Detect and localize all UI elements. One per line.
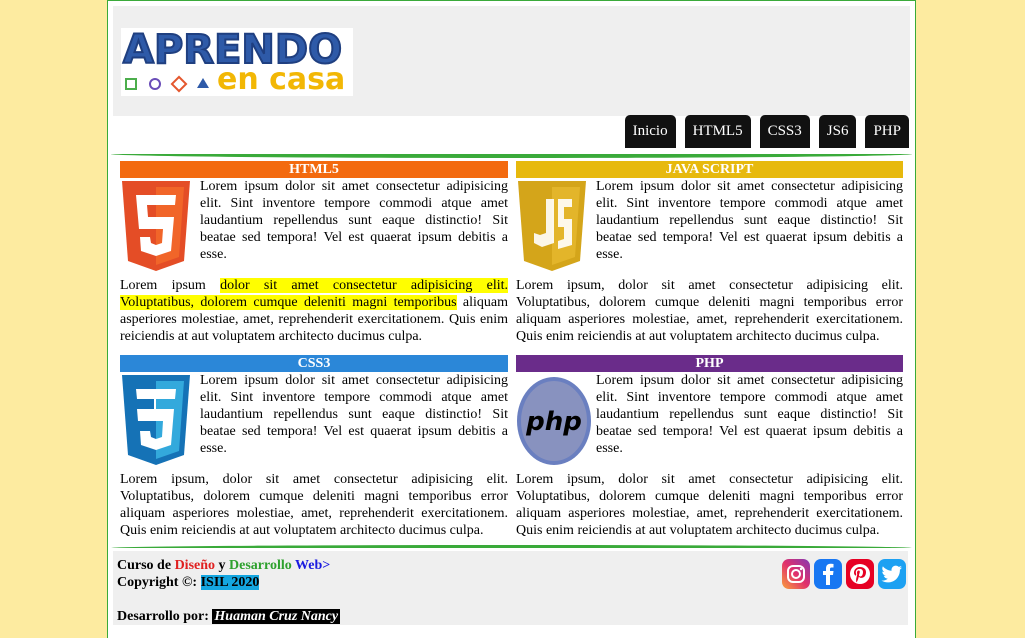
pinterest-icon[interactable]	[846, 559, 874, 589]
author-name: Huaman Cruz Nancy	[212, 609, 341, 624]
section-paragraph-2: Lorem ipsum dolor sit amet consectetur a…	[120, 277, 508, 345]
nav-html5[interactable]: HTML5	[684, 115, 751, 148]
footer-divider	[111, 545, 912, 548]
text-segment: Curso de	[117, 558, 175, 573]
nav-inicio[interactable]: Inicio	[624, 115, 676, 148]
text-segment: Lorem ipsum	[120, 278, 221, 293]
nav-divider	[111, 154, 912, 158]
section-paragraph-2: Lorem ipsum, dolor sit amet consectetur …	[516, 472, 903, 538]
css3-icon	[120, 375, 192, 467]
header: APRENDO en casa	[113, 6, 910, 116]
section-body-css3: Lorem ipsum dolor sit amet consectetur a…	[120, 372, 508, 539]
isil-badge: ISIL 2020	[200, 575, 260, 590]
developer-label: Desarrollo por:	[117, 609, 213, 624]
developer-line: Desarrollo por: Huaman Cruz Nancy	[117, 609, 341, 625]
section-title-css3: CSS3	[120, 355, 508, 372]
twitter-icon[interactable]	[878, 559, 906, 589]
nav-php[interactable]: PHP	[865, 115, 909, 148]
facebook-icon[interactable]	[814, 559, 842, 589]
copyright-line: Copyright ©: ISIL 2020	[117, 575, 260, 591]
instagram-icon[interactable]	[782, 559, 810, 589]
section-body-javascript: Lorem ipsum dolor sit amet consectetur a…	[516, 178, 903, 345]
logo-line-2: en casa	[217, 62, 346, 97]
section-body-html5: Lorem ipsum dolor sit amet consectetur a…	[120, 178, 508, 345]
page-container: APRENDO en casa Inicio HTML5 CSS3 JS6 PH…	[107, 0, 916, 638]
desarrollo-word: Desarrollo	[229, 558, 292, 573]
web-word: Web>	[291, 558, 331, 573]
section-php: PHP php Lorem ipsum dolor sit amet conse…	[516, 355, 903, 539]
php-icon: php	[516, 375, 591, 467]
social-links	[782, 559, 906, 589]
section-paragraph-2: Lorem ipsum, dolor sit amet consectetur …	[516, 278, 903, 344]
html5-icon	[120, 181, 192, 273]
section-title-javascript: JAVA SCRIPT	[516, 161, 903, 178]
nav-js6[interactable]: JS6	[818, 115, 857, 148]
svg-text:php: php	[525, 407, 582, 437]
section-html5: HTML5 Lorem ipsum dolor sit amet consect…	[120, 161, 508, 345]
section-title-html5: HTML5	[120, 161, 508, 178]
section-body-php: php Lorem ipsum dolor sit amet consectet…	[516, 372, 903, 539]
section-paragraph-2: Lorem ipsum, dolor sit amet consectetur …	[120, 472, 508, 538]
section-title-php: PHP	[516, 355, 903, 372]
nav-css3[interactable]: CSS3	[759, 115, 810, 148]
section-javascript: JAVA SCRIPT Lorem ipsum dolor sit amet c…	[516, 161, 903, 345]
diseno-word: Diseño	[174, 558, 216, 573]
aprendo-en-casa-logo[interactable]: APRENDO en casa	[121, 27, 353, 97]
course-line: Curso de Diseño y Desarrollo Web>	[117, 558, 330, 574]
text-segment: y	[215, 558, 230, 573]
section-css3: CSS3 Lorem ipsum dolor sit amet consecte…	[120, 355, 508, 539]
logo-shapes	[125, 75, 209, 93]
javascript-icon	[516, 181, 588, 273]
main-nav: Inicio HTML5 CSS3 JS6 PHP	[624, 115, 909, 148]
copyright-label: Copyright ©:	[117, 575, 201, 590]
footer: Curso de Diseño y Desarrollo Web> Copyri…	[113, 551, 908, 625]
